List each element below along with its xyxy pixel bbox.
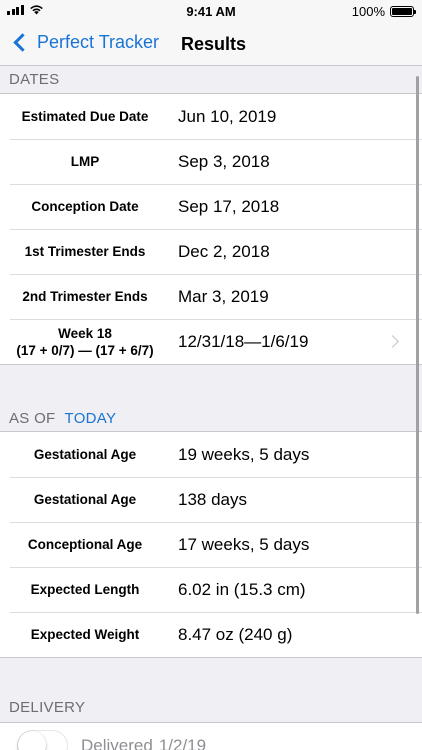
status-right: 100% [351,4,416,19]
row-label: Conception Date [31,199,139,214]
row-value: 6.02 in (15.3 cm) [178,579,306,599]
section-header-dates: DATES [0,66,422,93]
row-label: Conceptional Age [27,537,143,552]
row-value: Mar 3, 2019 [178,286,269,306]
chevron-right-icon [386,335,399,348]
table-row: Expected Length 6.02 in (15.3 cm) [0,567,422,612]
row-label: Gestational Age [33,447,137,462]
row-value: Jun 10, 2019 [178,106,277,126]
week-label: Week 18 (17 + 0/7) — (17 + 6/7) [0,325,170,359]
row-value: 138 days [178,489,247,509]
row-label: Gestational Age [33,492,137,507]
battery-percent: 100% [351,4,385,19]
delivered-label: Delivered 1/2/19 [81,736,206,750]
battery-icon [390,6,416,17]
row-label: 1st Trimester Ends [24,244,146,259]
scrollbar[interactable] [416,76,419,614]
row-label: Estimated Due Date [21,109,149,124]
table-row: Conceptional Age 17 weeks, 5 days [0,522,422,567]
as-of-date-link[interactable]: TODAY [65,410,117,427]
section-header-delivery: DELIVERY [0,692,422,722]
chevron-left-icon [13,33,32,52]
table-row: 2nd Trimester Ends Mar 3, 2019 [0,274,422,319]
navigation-bar: Perfect Tracker Results [0,22,422,66]
delivered-row: Delivered 1/2/19 [0,723,422,750]
row-value: Dec 2, 2018 [178,241,270,261]
delivered-date: 1/2/19 [158,735,207,750]
row-label: Expected Weight [30,627,140,642]
delivered-text: Delivered [81,735,153,750]
week-row[interactable]: Week 18 (17 + 0/7) — (17 + 6/7) 12/31/18… [0,319,422,364]
back-button[interactable]: Perfect Tracker [10,32,159,53]
table-row: Estimated Due Date Jun 10, 2019 [0,94,422,139]
as-of-table: Gestational Age 19 weeks, 5 days Gestati… [0,431,422,658]
results-content[interactable]: DATES Estimated Due Date Jun 10, 2019 LM… [0,66,422,750]
row-value: Sep 17, 2018 [178,196,280,216]
row-label: 2nd Trimester Ends [22,289,148,304]
section-header-as-of-label: AS OF [9,409,56,427]
row-label: Expected Length [30,582,140,597]
week-label-line2: (17 + 0/7) — (17 + 6/7) [16,342,154,358]
table-row: Gestational Age 138 days [0,477,422,522]
table-row: 1st Trimester Ends Dec 2, 2018 [0,229,422,274]
row-value: 8.47 oz (240 g) [178,624,293,644]
delivered-toggle[interactable] [17,730,68,750]
row-value: Sep 3, 2018 [178,151,270,171]
table-row: LMP Sep 3, 2018 [0,139,422,184]
row-label: LMP [70,154,100,169]
row-value: 19 weeks, 5 days [178,444,310,464]
delivery-table: Delivered 1/2/19 [0,722,422,750]
section-header-delivery-label: DELIVERY [9,698,86,716]
table-row: Gestational Age 19 weeks, 5 days [0,432,422,477]
dates-table: Estimated Due Date Jun 10, 2019 LMP Sep … [0,93,422,365]
toggle-knob [18,731,46,750]
row-value: 12/31/18—1/6/19 [178,331,309,351]
back-button-label: Perfect Tracker [37,32,160,52]
table-row: Expected Weight 8.47 oz (240 g) [0,612,422,657]
page-title: Results [181,34,247,54]
section-header-dates-label: DATES [9,71,60,88]
row-value: 17 weeks, 5 days [178,534,310,554]
week-label-line1: Week 18 [58,325,112,341]
section-header-as-of: AS OF TODAY [0,401,422,431]
table-row: Conception Date Sep 17, 2018 [0,184,422,229]
status-bar: 9:41 AM 100% [0,0,422,22]
